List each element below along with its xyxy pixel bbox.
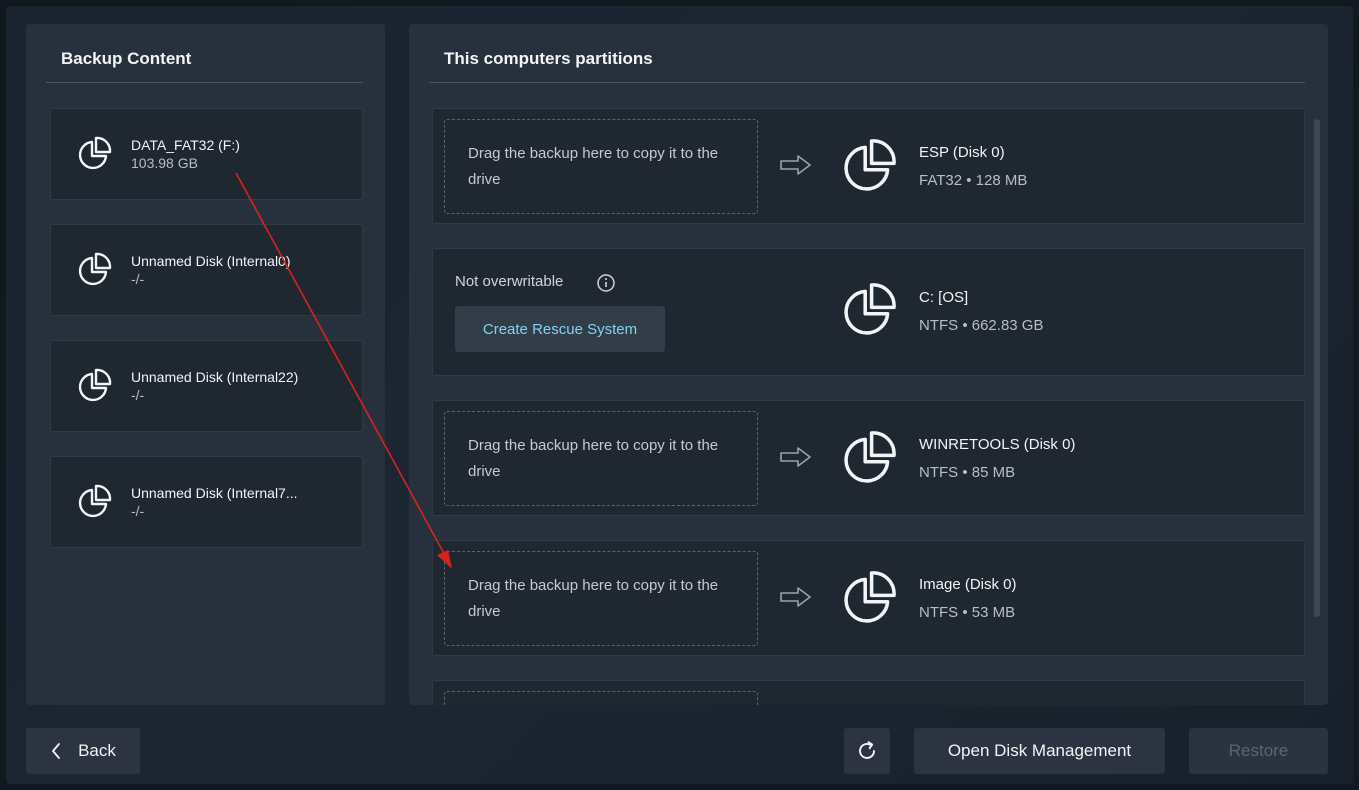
arrow-right-icon <box>780 155 811 175</box>
backup-item-name: Unnamed Disk (Internal22) <box>131 369 299 385</box>
restore-button[interactable]: Restore <box>1189 728 1328 774</box>
scrollbar[interactable] <box>1314 119 1320 617</box>
pie-chart-icon <box>844 431 896 483</box>
divider <box>46 82 363 83</box>
partition-info: FAT32 • 128 MB <box>919 172 1028 189</box>
drop-zone-text: Drag the backup here to copy it to the d… <box>468 577 719 620</box>
pie-chart-icon <box>78 484 112 518</box>
not-overwritable-label: Not overwritable <box>455 273 564 290</box>
backup-item[interactable]: Unnamed Disk (Internal0) -/- <box>50 224 363 316</box>
create-rescue-system-button[interactable]: Create Rescue System <box>455 306 665 352</box>
pie-chart-icon <box>78 368 112 402</box>
back-button[interactable]: Back <box>26 728 140 774</box>
backup-item-size: -/- <box>131 271 145 287</box>
partition-name: ESP (Disk 0) <box>919 144 1005 161</box>
backup-item-name: Unnamed Disk (Internal7... <box>131 485 298 501</box>
arrow-right-icon <box>780 587 811 607</box>
backup-item-name: Unnamed Disk (Internal0) <box>131 253 291 269</box>
drop-zone[interactable] <box>444 691 758 705</box>
backup-item-size: -/- <box>131 503 145 519</box>
chevron-left-icon <box>52 743 60 759</box>
backup-content-panel: Backup Content DATA_FAT32 (F:) 103.98 GB… <box>26 24 385 705</box>
partition-row: Not overwritable Create Rescue System C:… <box>432 248 1305 376</box>
partition-info: NTFS • 53 MB <box>919 604 1016 621</box>
back-label: Back <box>78 741 116 760</box>
pie-chart-icon <box>844 139 896 191</box>
pie-chart-icon <box>78 252 112 286</box>
partition-row: Drag the backup here to copy it to the d… <box>432 108 1305 224</box>
drop-zone[interactable]: Drag the backup here to copy it to the d… <box>444 119 758 214</box>
backup-item[interactable]: Unnamed Disk (Internal7... -/- <box>50 456 363 548</box>
drop-zone[interactable]: Drag the backup here to copy it to the d… <box>444 411 758 506</box>
partition-name: Image (Disk 0) <box>919 576 1017 593</box>
partition-row: Drag the backup here to copy it to the d… <box>432 400 1305 516</box>
pie-chart-icon <box>78 136 112 170</box>
pie-chart-icon <box>844 571 896 623</box>
partition-row: Drag the backup here to copy it to the d… <box>432 540 1305 656</box>
drop-zone[interactable]: Drag the backup here to copy it to the d… <box>444 551 758 646</box>
open-disk-management-button[interactable]: Open Disk Management <box>914 728 1165 774</box>
partition-info: NTFS • 662.83 GB <box>919 317 1044 334</box>
partition-name: C: [OS] <box>919 289 969 306</box>
backup-item-size: -/- <box>131 387 145 403</box>
partitions-title: This computers partitions <box>444 49 653 68</box>
partitions-panel: This computers partitions Drag the backu… <box>409 24 1328 705</box>
drop-zone-text: Drag the backup here to copy it to the d… <box>468 437 719 480</box>
drop-zone-text: Drag the backup here to copy it to the d… <box>468 145 719 188</box>
refresh-icon <box>859 741 875 759</box>
backup-item[interactable]: DATA_FAT32 (F:) 103.98 GB <box>50 108 363 200</box>
backup-item[interactable]: Unnamed Disk (Internal22) -/- <box>50 340 363 432</box>
info-icon[interactable] <box>596 273 616 293</box>
arrow-right-icon <box>780 447 811 467</box>
backup-item-size: 103.98 GB <box>131 155 198 171</box>
refresh-button[interactable] <box>844 728 890 774</box>
pie-chart-icon <box>844 283 896 335</box>
app-window: Backup Content DATA_FAT32 (F:) 103.98 GB… <box>6 6 1353 784</box>
partition-row <box>432 680 1305 705</box>
partition-name: WINRETOOLS (Disk 0) <box>919 436 1076 453</box>
partition-info: NTFS • 85 MB <box>919 464 1016 481</box>
backup-content-title: Backup Content <box>61 49 192 68</box>
divider <box>429 82 1305 83</box>
backup-item-name: DATA_FAT32 (F:) <box>131 137 240 153</box>
